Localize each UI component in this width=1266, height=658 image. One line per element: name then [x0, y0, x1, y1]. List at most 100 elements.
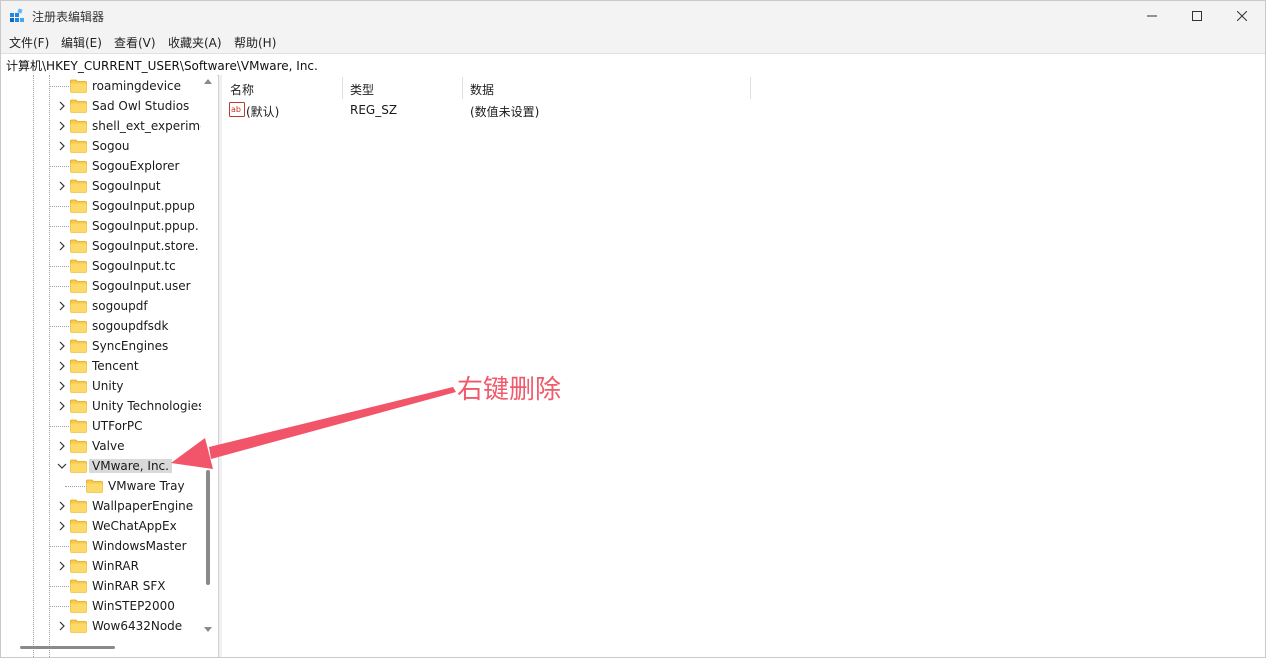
tree-item[interactable]: WinRAR SFX [1, 576, 201, 596]
tree-item[interactable]: Sogou [1, 136, 201, 156]
tree-item[interactable]: Unity [1, 376, 201, 396]
column-name-label: 名称 [230, 83, 255, 97]
folder-icon [70, 539, 87, 553]
column-header-name[interactable]: 名称 [222, 75, 342, 99]
menu-edit[interactable]: 编辑(E) [61, 34, 102, 51]
tree-item-label: WeChatAppEx [92, 519, 177, 533]
tree-item-label: sogoupdfsdk [92, 319, 169, 333]
tree-item[interactable]: UTForPC [1, 416, 201, 436]
column-header-type[interactable]: 类型 [342, 75, 462, 99]
tree-item-label: roamingdevice [92, 79, 182, 93]
value-row[interactable]: ab (默认) REG_SZ (数值未设置) [222, 100, 822, 120]
column-data-label: 数据 [470, 83, 495, 97]
tree-item-label: Unity Technologies [92, 399, 205, 413]
chevron-right-icon[interactable] [57, 381, 67, 391]
address-bar[interactable]: 计算机\HKEY_CURRENT_USER\Software\VMware, I… [1, 53, 1265, 76]
chevron-right-icon[interactable] [57, 521, 67, 531]
window-title: 注册表编辑器 [32, 10, 105, 24]
chevron-right-icon[interactable] [57, 501, 67, 511]
menu-help[interactable]: 帮助(H) [234, 34, 276, 51]
scroll-up-icon[interactable] [204, 78, 212, 84]
tree-item[interactable]: WeChatAppEx [1, 516, 201, 536]
close-button[interactable] [1219, 1, 1265, 31]
folder-icon [70, 339, 87, 353]
tree-item-label: shell_ext_experime [92, 119, 208, 133]
chevron-right-icon[interactable] [57, 621, 67, 631]
chevron-right-icon[interactable] [57, 341, 67, 351]
tree-item-label: sogoupdf [92, 299, 148, 313]
tree-item[interactable]: WinSTEP2000 [1, 596, 201, 616]
tree-item[interactable]: Valve [1, 436, 201, 456]
tree-guide-connector [49, 286, 69, 287]
menu-file[interactable]: 文件(F) [9, 34, 49, 51]
chevron-down-icon[interactable] [57, 461, 67, 471]
column-separator[interactable] [750, 77, 751, 99]
folder-icon [70, 559, 87, 573]
chevron-right-icon[interactable] [57, 441, 67, 451]
tree-item[interactable]: sogoupdf [1, 296, 201, 316]
tree-guide-connector [49, 426, 69, 427]
tree-item[interactable]: WinRAR [1, 556, 201, 576]
tree-item[interactable]: WallpaperEngine [1, 496, 201, 516]
tree-item-label: SogouExplorer [92, 159, 180, 173]
tree-item[interactable]: SogouInput.user [1, 276, 201, 296]
tree-item[interactable]: SyncEngines [1, 336, 201, 356]
folder-icon [70, 619, 87, 633]
tree-horizontal-scroll-thumb[interactable] [20, 646, 115, 649]
tree-item[interactable]: SogouInput.ppup [1, 196, 201, 216]
tree-item[interactable]: SogouExplorer [1, 156, 201, 176]
tree-item[interactable]: Unity Technologies [1, 396, 205, 416]
chevron-right-icon[interactable] [57, 301, 67, 311]
menu-view[interactable]: 查看(V) [114, 34, 156, 51]
tree-item-label: UTForPC [92, 419, 143, 433]
tree-item[interactable]: sogoupdfsdk [1, 316, 201, 336]
title-bar: 注册表编辑器 [1, 1, 1265, 31]
tree-item[interactable]: shell_ext_experime [1, 116, 208, 136]
tree-subitem[interactable]: VMware Tray [1, 476, 201, 496]
tree-scroll-thumb[interactable] [206, 470, 210, 585]
maximize-button[interactable] [1174, 1, 1220, 31]
values-list[interactable]: 名称 类型 数据 ab (默认) REG_SZ (数值未设置) [222, 75, 1265, 657]
tree-guide-connector [49, 266, 69, 267]
key-tree[interactable]: roamingdevice Sad Owl Studios shell_ext_ex… [1, 75, 217, 657]
tree-item[interactable]: SogouInput.ppup. [1, 216, 201, 236]
tree-guide-connector [49, 206, 69, 207]
chevron-right-icon[interactable] [57, 361, 67, 371]
tree-item[interactable]: Wow6432Node [1, 616, 201, 636]
folder-icon [70, 79, 87, 93]
folder-icon [70, 299, 87, 313]
svg-text:ab: ab [231, 105, 241, 114]
chevron-right-icon[interactable] [57, 561, 67, 571]
chevron-right-icon[interactable] [57, 141, 67, 151]
address-path[interactable]: 计算机\HKEY_CURRENT_USER\Software\VMware, I… [6, 57, 318, 74]
folder-icon [70, 239, 87, 253]
chevron-right-icon[interactable] [57, 181, 67, 191]
folder-icon [70, 459, 87, 473]
tree-item[interactable]: WindowsMaster [1, 536, 201, 556]
tree-item-label: SogouInput.user [92, 279, 191, 293]
scroll-down-icon[interactable] [204, 627, 212, 633]
chevron-right-icon[interactable] [57, 401, 67, 411]
tree-item-label: SogouInput.store. [92, 239, 199, 253]
tree-guide-connector [49, 546, 69, 547]
value-type: REG_SZ [350, 103, 398, 117]
tree-item[interactable]: SogouInput.tc [1, 256, 201, 276]
folder-icon [70, 99, 87, 113]
folder-icon [70, 219, 87, 233]
tree-item[interactable]: Tencent [1, 356, 201, 376]
chevron-right-icon[interactable] [57, 121, 67, 131]
column-type-label: 类型 [350, 83, 375, 97]
tree-item[interactable]: Sad Owl Studios [1, 96, 201, 116]
menu-favorites[interactable]: 收藏夹(A) [168, 34, 222, 51]
folder-icon [70, 259, 87, 273]
tree-item-label: WinRAR [92, 559, 139, 573]
tree-item[interactable]: roamingdevice [1, 76, 201, 96]
folder-icon [70, 399, 87, 413]
minimize-button[interactable] [1129, 1, 1175, 31]
tree-item[interactable]: VMware, Inc. [1, 456, 201, 476]
chevron-right-icon[interactable] [57, 101, 67, 111]
chevron-right-icon[interactable] [57, 241, 67, 251]
tree-item[interactable]: SogouInput.store. [1, 236, 201, 256]
tree-item[interactable]: SogouInput [1, 176, 201, 196]
column-header-data[interactable]: 数据 [462, 75, 750, 99]
